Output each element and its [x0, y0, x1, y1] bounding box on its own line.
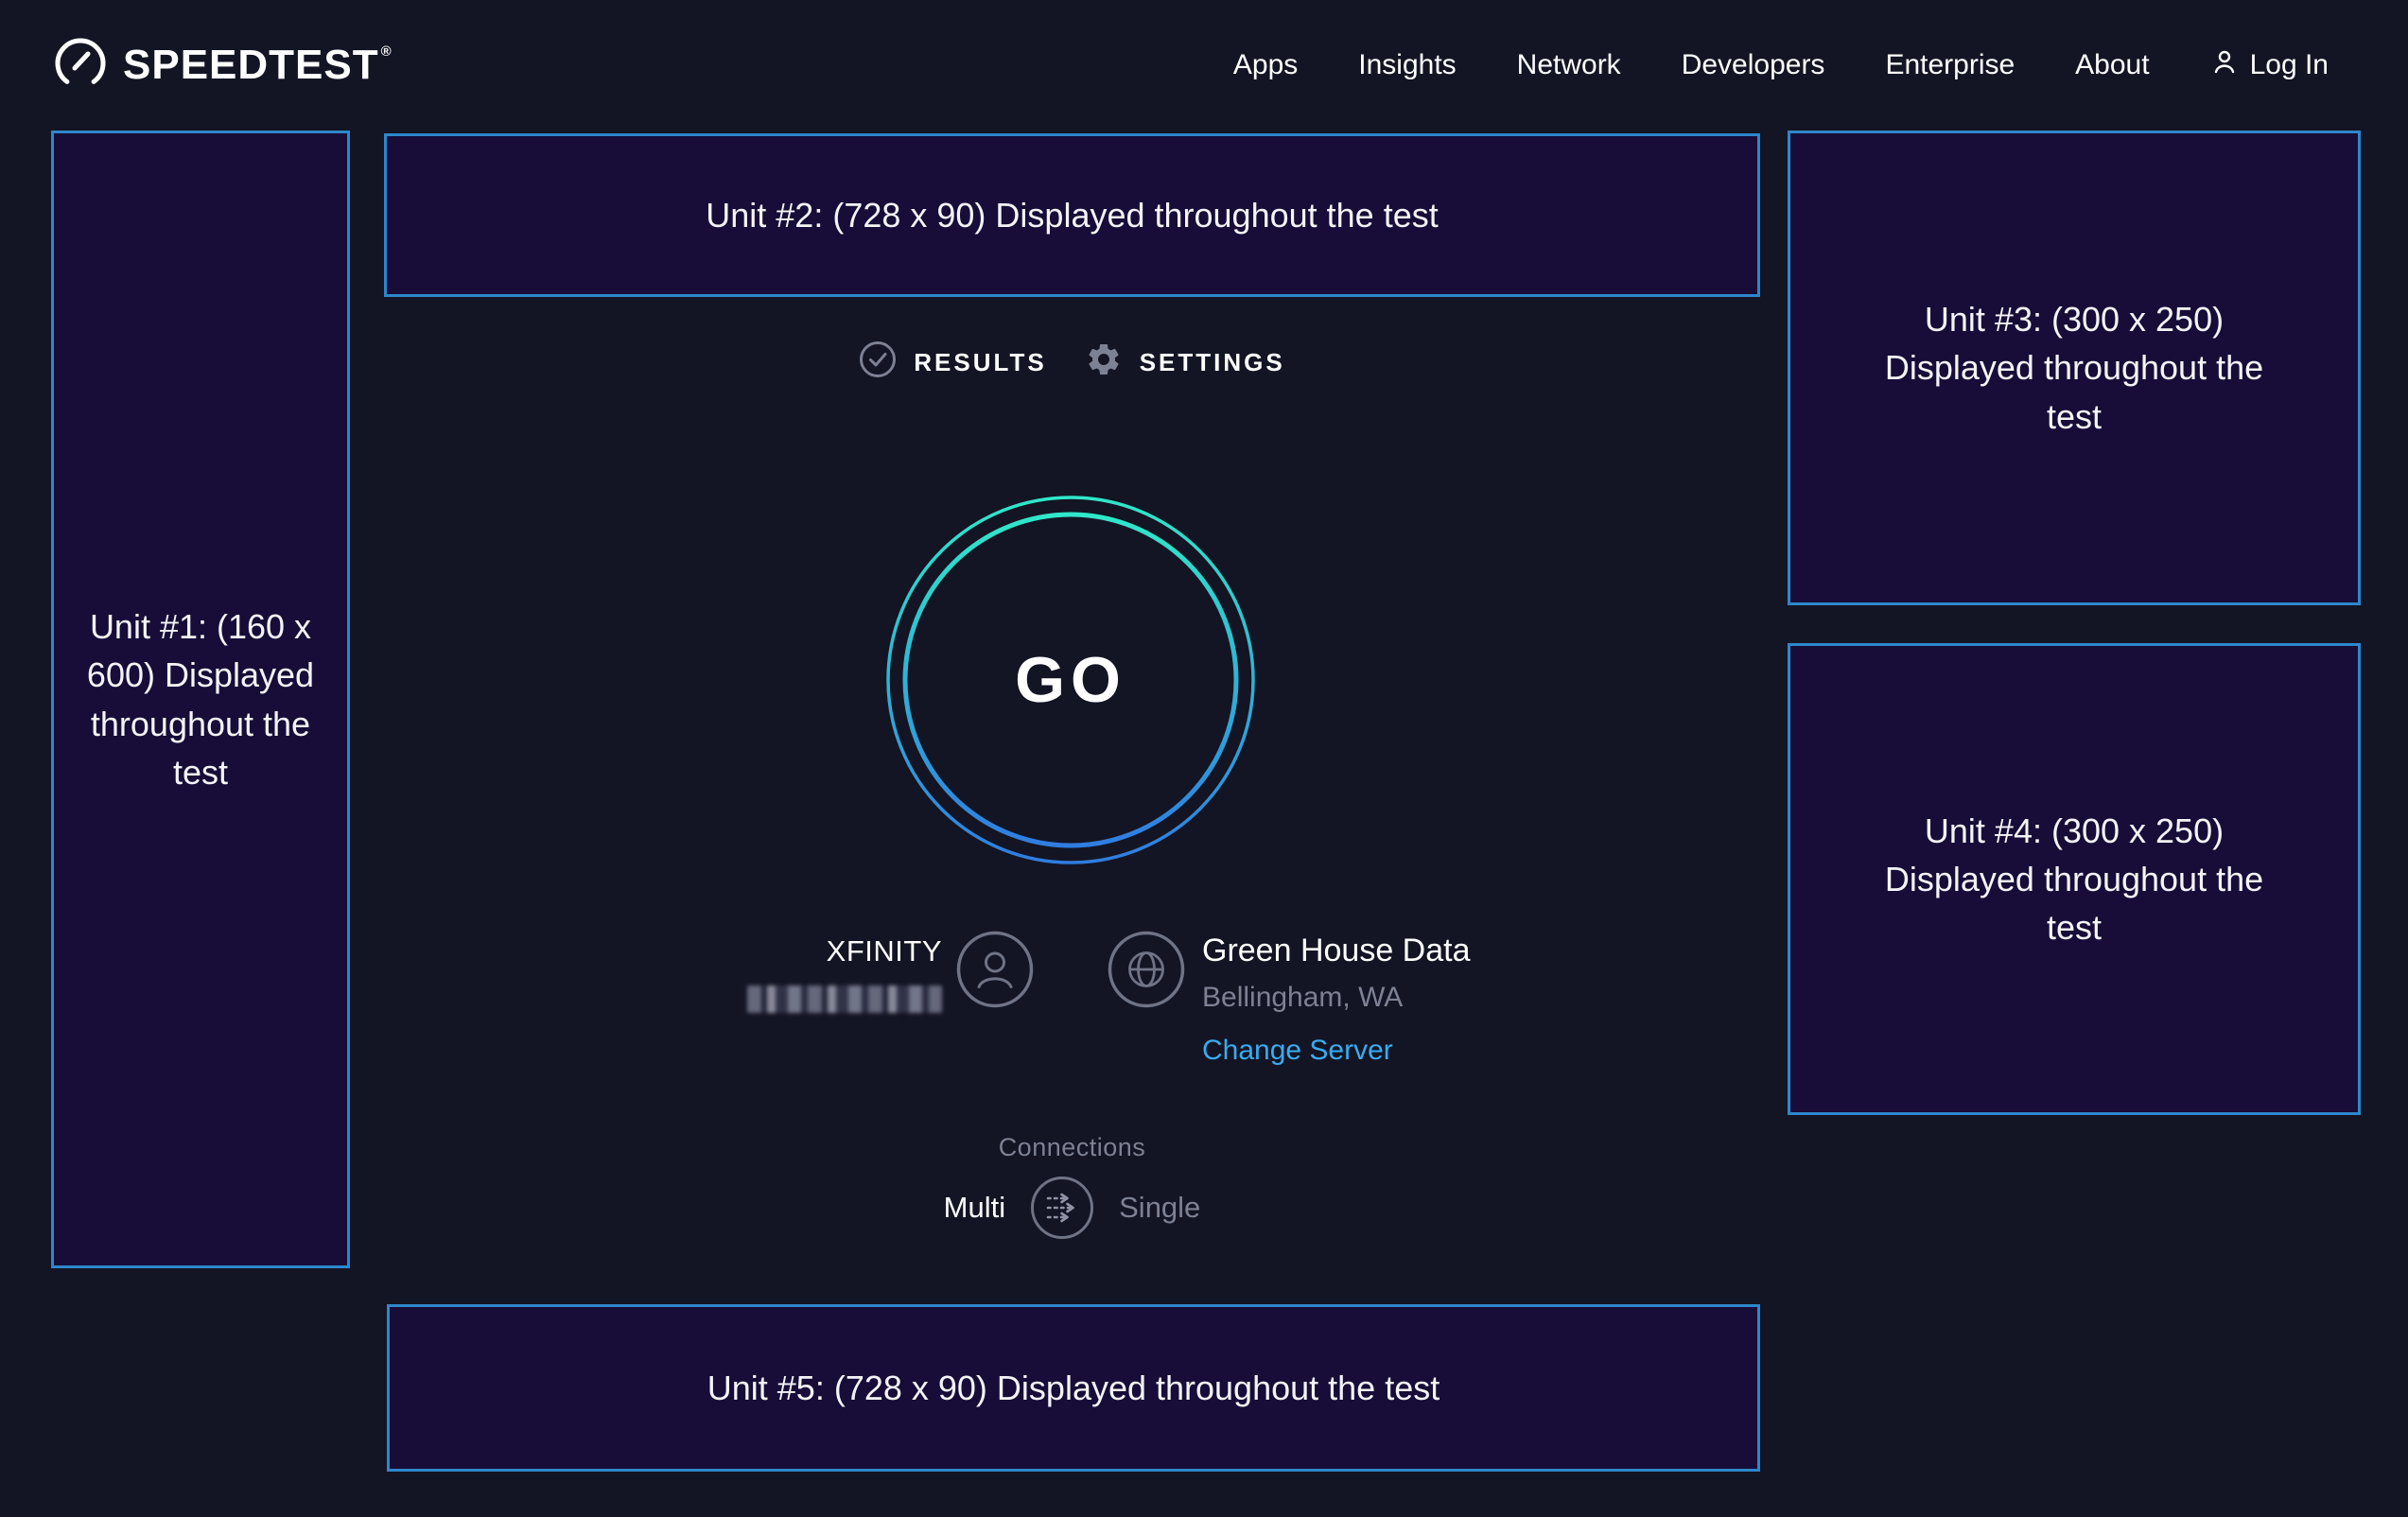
- ad-unit-label: Unit #1: (160 x 600) Displayed throughou…: [70, 602, 331, 795]
- connections-toggle: Multi Single: [944, 1176, 1201, 1240]
- ad-unit-label: Unit #2: (728 x 90) Displayed throughout…: [706, 191, 1438, 239]
- connections-option-single[interactable]: Single: [1119, 1191, 1200, 1225]
- server-info: Green House Data Bellingham, WA Change S…: [1202, 933, 1471, 1067]
- isp-name: XFINITY: [747, 934, 942, 968]
- logo-wordmark: SPEEDTEST®: [123, 42, 393, 89]
- server-globe-icon: [1108, 931, 1185, 1008]
- main-nav: Apps Insights Network Developers Enterpr…: [1233, 47, 2329, 83]
- top-navigation-bar: SPEEDTEST® Apps Insights Network Develop…: [0, 0, 2408, 131]
- nav-insights[interactable]: Insights: [1358, 49, 1456, 81]
- ad-unit-3-rectangle[interactable]: Unit #3: (300 x 250) Displayed throughou…: [1788, 131, 2361, 605]
- user-icon: [2210, 47, 2239, 83]
- ad-unit-label: Unit #3: (300 x 250) Displayed throughou…: [1857, 295, 2292, 440]
- speedtest-logo[interactable]: SPEEDTEST®: [53, 36, 393, 96]
- ad-unit-2-top-banner[interactable]: Unit #2: (728 x 90) Displayed throughout…: [384, 133, 1760, 297]
- server-name: Green House Data: [1202, 933, 1471, 969]
- speedometer-icon: [53, 36, 108, 96]
- isp-info: XFINITY: [747, 934, 942, 1013]
- connections-label: Connections: [999, 1133, 1146, 1162]
- change-server-link[interactable]: Change Server: [1202, 1035, 1393, 1067]
- results-settings-tabs: RESULTS SETTINGS: [384, 340, 1760, 384]
- check-circle-icon: [859, 340, 897, 385]
- tab-settings[interactable]: SETTINGS: [1085, 340, 1285, 385]
- tab-results[interactable]: RESULTS: [859, 340, 1046, 385]
- nav-about[interactable]: About: [2075, 49, 2149, 81]
- nav-log-in[interactable]: Log In: [2210, 47, 2329, 83]
- isp-user-icon: [956, 931, 1034, 1008]
- gear-icon: [1085, 340, 1123, 385]
- nav-developers[interactable]: Developers: [1682, 49, 1825, 81]
- trademark-symbol: ®: [381, 44, 393, 60]
- ad-unit-label: Unit #4: (300 x 250) Displayed throughou…: [1857, 807, 2292, 951]
- go-gradient-rings: [885, 495, 1256, 865]
- ad-unit-5-bottom-banner[interactable]: Unit #5: (728 x 90) Displayed throughout…: [387, 1304, 1760, 1472]
- nav-apps[interactable]: Apps: [1233, 49, 1298, 81]
- tab-results-label: RESULTS: [914, 348, 1046, 377]
- ad-unit-4-rectangle[interactable]: Unit #4: (300 x 250) Displayed throughou…: [1788, 643, 2361, 1115]
- nav-network[interactable]: Network: [1517, 49, 1621, 81]
- ad-unit-label: Unit #5: (728 x 90) Displayed throughout…: [707, 1364, 1440, 1412]
- connections-option-multi[interactable]: Multi: [944, 1191, 1005, 1225]
- multi-connections-arrows-icon[interactable]: [1030, 1176, 1094, 1240]
- go-button[interactable]: GO: [885, 495, 1256, 865]
- nav-log-in-label: Log In: [2250, 49, 2329, 81]
- ad-unit-1-skyscraper[interactable]: Unit #1: (160 x 600) Displayed throughou…: [51, 131, 350, 1268]
- server-location: Bellingham, WA: [1202, 982, 1471, 1014]
- redacted-ip-address: [747, 985, 942, 1013]
- nav-enterprise[interactable]: Enterprise: [1885, 49, 2015, 81]
- tab-settings-label: SETTINGS: [1140, 348, 1285, 377]
- connections-section: Connections Multi Single: [384, 1133, 1760, 1240]
